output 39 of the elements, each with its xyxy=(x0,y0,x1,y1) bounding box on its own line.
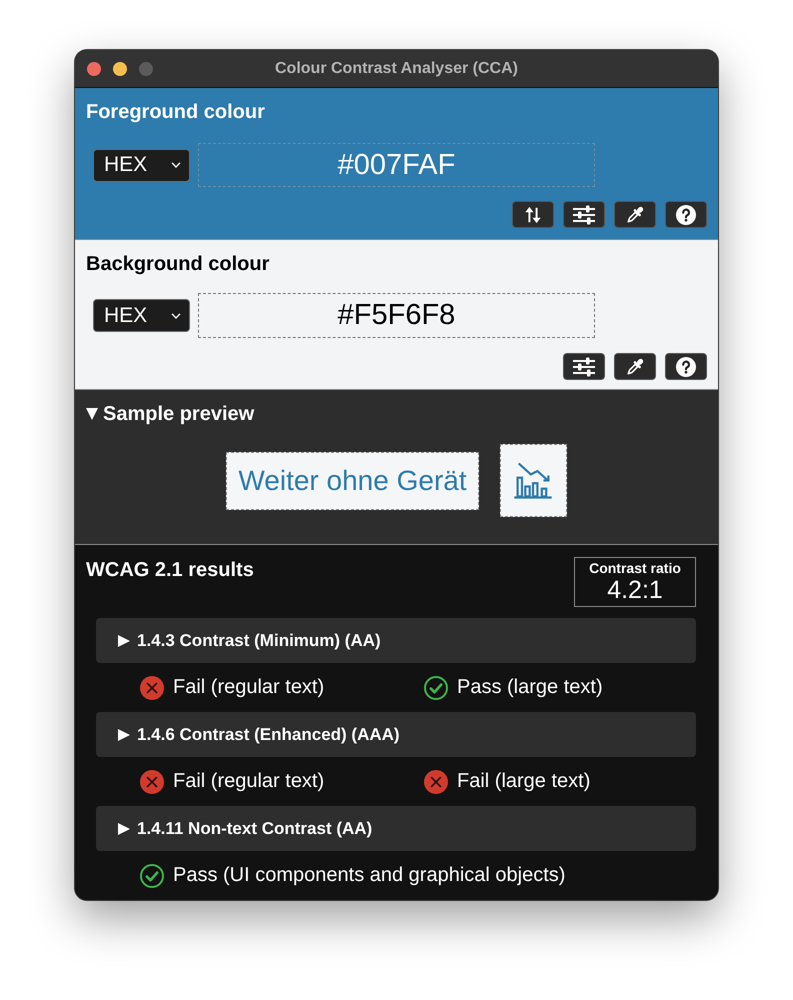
section-heading: Background colour xyxy=(86,252,270,276)
help-button[interactable] xyxy=(665,201,707,228)
minimize-button[interactable] xyxy=(113,62,127,76)
eyedropper-icon xyxy=(625,204,645,224)
adjust-colour-button[interactable] xyxy=(563,201,605,228)
outcome-label: Fail (regular text) xyxy=(173,676,324,699)
outcome-label: Fail (regular text) xyxy=(173,770,324,793)
adjust-colour-button[interactable] xyxy=(563,353,605,380)
chevron-icon xyxy=(171,312,181,318)
colour-value-field[interactable]: #F5F6F8 xyxy=(198,293,595,338)
chevron-icon xyxy=(171,162,181,168)
help-button[interactable] xyxy=(665,353,707,380)
window-title: Colour Contrast Analyser (CCA) xyxy=(275,60,518,76)
format-select[interactable]: HEX xyxy=(93,299,190,332)
sliders-icon xyxy=(572,204,596,224)
declining-bar-chart-icon xyxy=(500,444,567,517)
eyedropper-button[interactable] xyxy=(614,353,656,380)
ratio-label: Contrast ratio xyxy=(589,560,681,576)
results-heading: WCAG 2.1 results xyxy=(86,558,254,582)
criterion-toggle[interactable]: 1.4.3 Contrast (Minimum) (AA) xyxy=(96,618,696,663)
close-button[interactable] xyxy=(87,62,101,76)
eyedropper-button[interactable] xyxy=(614,201,656,228)
sliders-icon xyxy=(572,356,596,376)
outcome-label: Fail (large text) xyxy=(457,770,590,793)
criterion-toggle[interactable]: 1.4.11 Non-text Contrast (AA) xyxy=(96,806,696,851)
help-icon xyxy=(676,356,696,376)
criterion-toggle[interactable]: 1.4.6 Contrast (Enhanced) (AAA) xyxy=(96,712,696,757)
outcome-label: Pass (large text) xyxy=(457,676,603,699)
section-heading: Foreground colour xyxy=(86,100,265,124)
help-icon xyxy=(676,204,696,224)
colour-value-field[interactable]: #007FAF xyxy=(198,143,595,187)
sample-preview-toggle[interactable]: Sample preview xyxy=(86,402,254,426)
outcome-label: Pass (UI components and graphical objects) xyxy=(173,864,566,887)
up-down-arrows-icon xyxy=(524,204,542,224)
swap-colours-button[interactable] xyxy=(512,201,554,228)
format-select[interactable]: HEX xyxy=(93,148,190,182)
ratio-value: 4.2:1 xyxy=(607,576,663,604)
text-sample: Weiter ohne Gerät xyxy=(226,452,479,510)
eyedropper-icon xyxy=(625,356,645,376)
